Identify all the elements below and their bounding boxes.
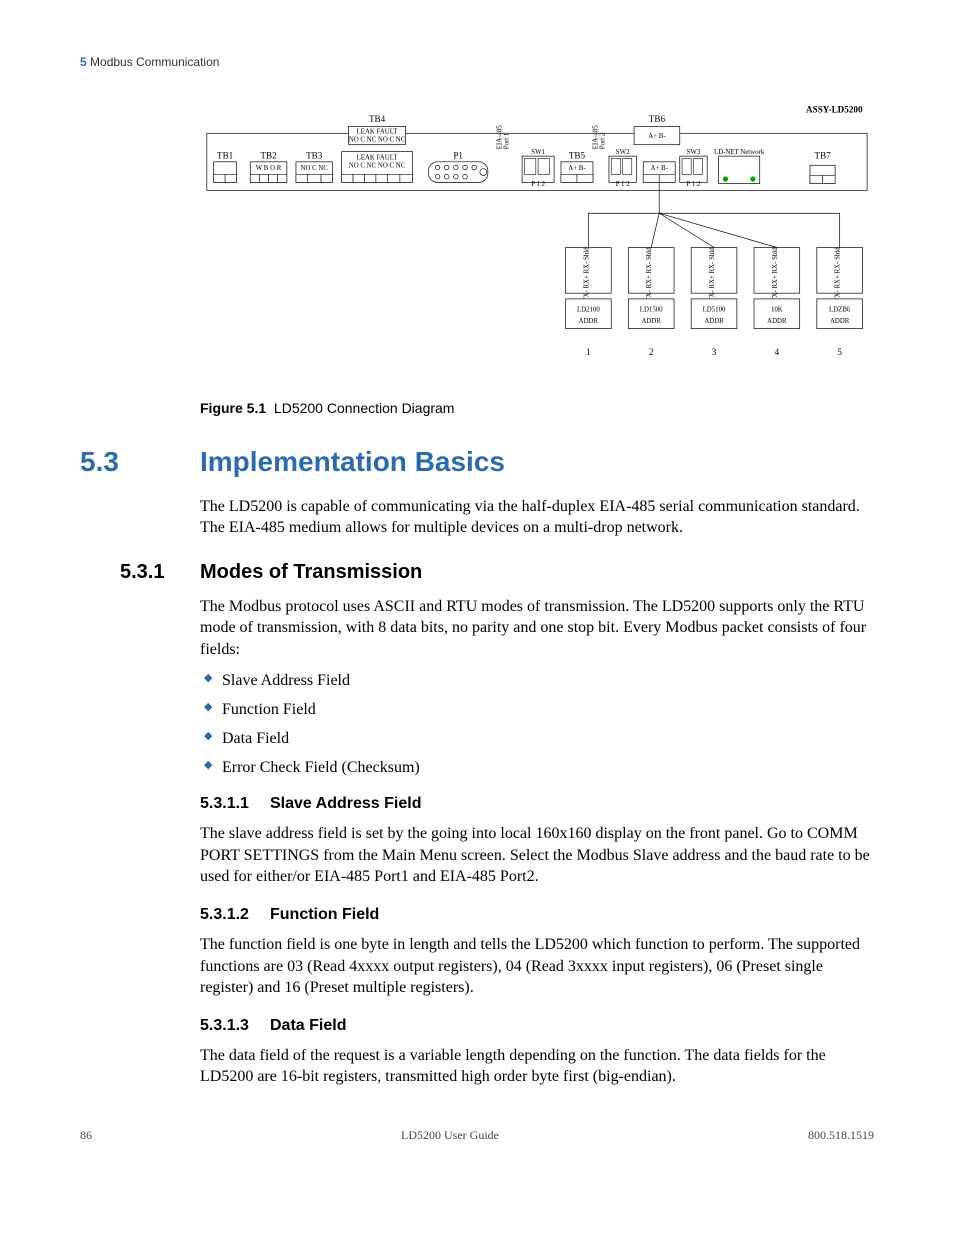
svg-text:ADDR: ADDR — [830, 318, 850, 325]
figure-label: Figure 5.1 — [200, 400, 266, 416]
svg-text:TB1: TB1 — [217, 150, 234, 160]
device-4: TX+ TX- RX+ RX- Shld 10K ADDR 4 — [754, 247, 800, 357]
paragraph: The slave address field is set by the go… — [200, 823, 874, 888]
svg-text:SW3: SW3 — [687, 149, 701, 156]
figure-caption-text: LD5200 Connection Diagram — [274, 400, 455, 416]
svg-text:LD1500: LD1500 — [640, 306, 663, 313]
svg-text:3: 3 — [712, 347, 717, 357]
svg-text:LD5100: LD5100 — [703, 306, 726, 313]
connection-diagram-svg: ASSY-LD5200 TB4 LEAK FAULT NO C NC NO C … — [200, 99, 874, 385]
section-number: 5.3 — [80, 446, 200, 478]
svg-text:LD-NET Network: LD-NET Network — [714, 149, 765, 156]
section-number: 5.3.1.3 — [200, 1017, 270, 1035]
page-footer: 86 LD5200 User Guide 800.518.1519 — [80, 1128, 874, 1143]
list-item: Error Check Field (Checksum) — [200, 758, 874, 777]
section-title: Function Field — [270, 906, 379, 924]
list-item: Data Field — [200, 729, 874, 748]
device-5: TX+ TX- RX+ RX- Shld LDZB6 ADDR 5 — [817, 247, 863, 357]
heading-5-3: 5.3 Implementation Basics — [80, 446, 874, 478]
svg-text:P 1 2: P 1 2 — [687, 181, 701, 188]
svg-text:A+ B-: A+ B- — [651, 165, 669, 172]
chapter-header: 5 Modbus Communication — [80, 55, 874, 69]
section-title: Modes of Transmission — [200, 561, 422, 584]
svg-text:ASSY-LD5200: ASSY-LD5200 — [806, 105, 863, 115]
svg-text:Port 2: Port 2 — [599, 132, 606, 149]
heading-5-3-1: 5.3.1 Modes of Transmission — [80, 561, 874, 584]
svg-text:ADDR: ADDR — [704, 318, 724, 325]
svg-text:SW1: SW1 — [531, 149, 545, 156]
svg-text:2: 2 — [649, 347, 654, 357]
paragraph: The data field of the request is a varia… — [200, 1045, 874, 1088]
svg-text:TB5: TB5 — [569, 150, 586, 160]
svg-text:A+ B-: A+ B- — [568, 165, 586, 172]
svg-text:NO C NC: NO C NC — [301, 165, 329, 172]
guide-title: LD5200 User Guide — [401, 1128, 499, 1143]
chapter-title: Modbus Communication — [90, 55, 219, 69]
figure-5-1-diagram: ASSY-LD5200 TB4 LEAK FAULT NO C NC NO C … — [200, 99, 874, 390]
svg-text:LEAK FAULT: LEAK FAULT — [357, 128, 399, 135]
svg-text:P1: P1 — [453, 150, 463, 160]
heading-5-3-1-1: 5.3.1.1 Slave Address Field — [80, 795, 874, 813]
svg-text:P 1 2: P 1 2 — [616, 181, 630, 188]
section-title: Implementation Basics — [200, 446, 505, 478]
svg-text:TB2: TB2 — [260, 150, 277, 160]
page-number: 86 — [80, 1128, 92, 1143]
heading-5-3-1-2: 5.3.1.2 Function Field — [80, 906, 874, 924]
svg-text:LEAK FAULT: LEAK FAULT — [357, 155, 399, 162]
svg-text:4: 4 — [775, 347, 780, 357]
section-number: 5.3.1 — [120, 561, 200, 584]
svg-text:W B O R: W B O R — [256, 165, 282, 172]
svg-text:NO C NC NO C NC: NO C NC NO C NC — [349, 136, 406, 143]
list-item: Function Field — [200, 700, 874, 719]
section-title: Slave Address Field — [270, 795, 421, 813]
svg-text:P 1 2: P 1 2 — [531, 181, 545, 188]
heading-5-3-1-3: 5.3.1.3 Data Field — [80, 1017, 874, 1035]
section-title: Data Field — [270, 1017, 346, 1035]
phone-number: 800.518.1519 — [808, 1128, 874, 1143]
device-3: TX+ TX- RX+ RX- Shld LD5100 ADDR 3 — [691, 247, 737, 357]
svg-text:TB6: TB6 — [649, 114, 666, 124]
svg-text:SW2: SW2 — [616, 149, 630, 156]
device-2: TX+ TX- RX+ RX- Shld LD1500 ADDR 2 — [628, 247, 674, 357]
svg-text:ADDR: ADDR — [642, 318, 662, 325]
svg-text:TB7: TB7 — [814, 150, 831, 160]
svg-text:A+ B-: A+ B- — [648, 133, 666, 140]
section-number: 5.3.1.2 — [200, 906, 270, 924]
svg-text:NO C NC NO C NC: NO C NC NO C NC — [349, 163, 406, 170]
packet-fields-list: Slave Address Field Function Field Data … — [200, 671, 874, 778]
svg-text:LDZB6: LDZB6 — [829, 306, 851, 313]
device-1: TX+ TX- RX+ RX- Shld LD2100 ADDR 1 — [566, 247, 612, 357]
svg-text:10K: 10K — [771, 306, 783, 313]
list-item: Slave Address Field — [200, 671, 874, 690]
svg-text:Port 1: Port 1 — [503, 132, 510, 149]
figure-caption: Figure 5.1 LD5200 Connection Diagram — [200, 400, 874, 416]
svg-text:TB4: TB4 — [369, 114, 386, 124]
paragraph: The function field is one byte in length… — [200, 934, 874, 999]
paragraph: The Modbus protocol uses ASCII and RTU m… — [200, 596, 874, 661]
svg-text:ADDR: ADDR — [579, 318, 599, 325]
svg-text:ADDR: ADDR — [767, 318, 787, 325]
chapter-number: 5 — [80, 55, 87, 69]
svg-text:1: 1 — [586, 347, 591, 357]
svg-text:TB3: TB3 — [306, 150, 323, 160]
section-number: 5.3.1.1 — [200, 795, 270, 813]
paragraph: The LD5200 is capable of communicating v… — [200, 496, 874, 539]
svg-text:LD2100: LD2100 — [577, 306, 600, 313]
svg-text:5: 5 — [837, 347, 842, 357]
